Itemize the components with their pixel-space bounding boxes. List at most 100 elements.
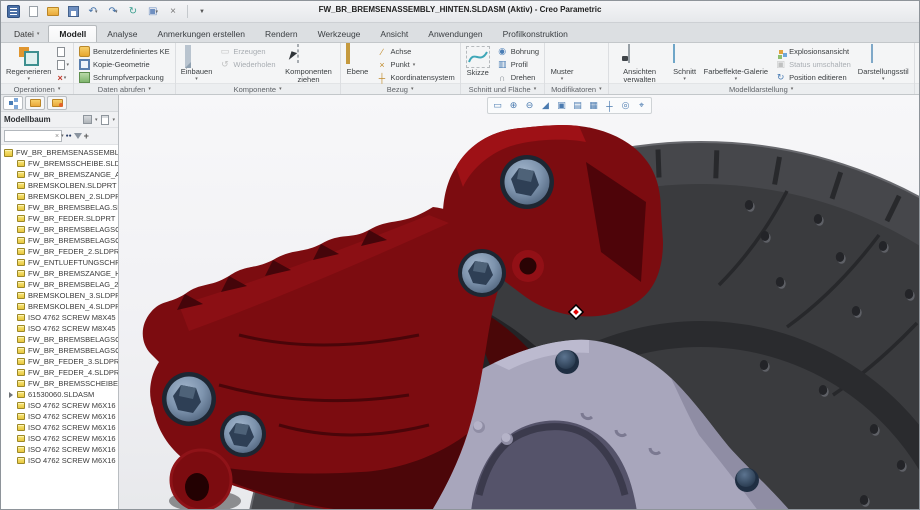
tree-search-input[interactable] (4, 130, 62, 142)
benutzerdefiniertes-ke-button[interactable]: Benutzerdefiniertes KE (76, 45, 173, 58)
named-views-icon[interactable]: ▤ (570, 99, 585, 112)
tree-item[interactable]: FW_BR_BREMSZANGE_AUSSEN.SLDPRT (1, 169, 118, 180)
explosionsansicht-button[interactable]: Explosionsansicht (772, 45, 854, 58)
folder-browser-tab[interactable] (25, 96, 45, 110)
tree-item[interactable]: FW_BR_BREMSBELAGSCHRAUBE_2.SLDPRT (1, 235, 118, 246)
farbeffekte-galerie-button[interactable]: Farbeffekte-Galerie▾ (701, 44, 771, 83)
group-label-modelldarstellung[interactable]: Modelldarstellung▾ (609, 83, 914, 94)
group-label-daten-abrufen[interactable]: Daten abrufen▾ (74, 83, 175, 94)
clear-search-icon[interactable]: × (55, 133, 59, 140)
window-switch-icon[interactable]: ▣▾ (145, 4, 161, 19)
tree-settings-icon[interactable] (82, 114, 93, 125)
tree-item[interactable]: ISO 4762 SCREW M6X16 STEEL (1, 455, 118, 466)
expand-tree-icon[interactable]: + (84, 131, 89, 141)
group-label-bezug[interactable]: Bezug▾ (341, 83, 460, 94)
zoom-in-icon[interactable]: ⊕ (506, 99, 521, 112)
tree-item[interactable]: FW_BR_BREMSBELAGSCHRAUBE_3.SLDPRT (1, 334, 118, 345)
tab-analyse[interactable]: Analyse (97, 25, 147, 42)
group-label-schnitt-flaeche[interactable]: Schnitt und Fläche▾ (461, 83, 544, 94)
tree-item[interactable]: ISO 4762 SCREW M6X16 STEEL (1, 422, 118, 433)
caliper-bolt-mid[interactable] (458, 249, 506, 297)
tree-item[interactable]: ISO 4762 SCREW M8X45 STEEL (1, 323, 118, 334)
tab-profilkonstruktion[interactable]: Profilkonstruktion (493, 25, 578, 42)
group-label-operationen[interactable]: Operationen▾ (1, 83, 73, 94)
repaint-icon[interactable]: ◢ (538, 99, 553, 112)
expand-arrow-icon[interactable] (9, 392, 13, 398)
group-label-modellabsicht[interactable]: Modellabsicht▾ (915, 83, 919, 94)
tree-item[interactable]: ISO 4762 SCREW M6X16 STEEL (1, 400, 118, 411)
tree-item[interactable]: ISO 4762 SCREW M6X16 STEEL (1, 444, 118, 455)
caliper-bolt-left[interactable] (162, 372, 216, 426)
tree-item[interactable]: FW_ENTLUEFTUNGSCHRAUBE_1.SLDPRT (1, 257, 118, 268)
tree-item[interactable]: BREMSKOLBEN_3.SLDPRT (1, 290, 118, 301)
caliper-bolt-lower[interactable] (220, 411, 266, 457)
tree-item[interactable]: ISO 4762 SCREW M6X16 STEEL (1, 411, 118, 422)
tree-item[interactable]: FW_BR_FEDER.SLDPRT (1, 213, 118, 224)
muster-button[interactable]: Muster▾ (547, 44, 577, 83)
copy-button[interactable] (55, 46, 71, 58)
datum-display-icon[interactable]: ┼ (602, 99, 617, 112)
skizze-button[interactable]: Skizze (463, 44, 493, 78)
find-icon[interactable]: ●● (66, 133, 72, 139)
model-tree-tab[interactable] (3, 96, 23, 110)
undo-icon[interactable]: ↶▾ (85, 4, 101, 19)
komponenten-ziehen-button[interactable]: Komponenten ziehen (280, 44, 338, 85)
paste-button[interactable]: ▾ (55, 59, 71, 71)
tab-ansicht[interactable]: Ansicht (370, 25, 418, 42)
schnitt-button[interactable]: Schnitt▾ (670, 44, 700, 83)
tree-item[interactable]: BREMSKOLBEN.SLDPRT (1, 180, 118, 191)
achse-button[interactable]: ∕Achse (374, 45, 458, 58)
group-label-modifikatoren[interactable]: Modifikatoren▾ (545, 83, 608, 94)
komponentenschnittstelle-button[interactable]: Komponentenschnittstelle (917, 44, 919, 77)
caliper-bolt-top[interactable] (500, 155, 554, 209)
tree-item[interactable]: FW_BR_BREMSENASSEMBLY_HINTEN.SLDASM (1, 147, 118, 158)
new-file-icon[interactable] (25, 4, 41, 19)
tab-anwendungen[interactable]: Anwendungen (418, 25, 492, 42)
bohrung-button[interactable]: ◉Bohrung (494, 45, 542, 58)
tree-item[interactable]: FW_BR_BREMSBELAG.SLDPRT (1, 202, 118, 213)
hub-bolt-3[interactable] (735, 468, 759, 492)
spin-center-icon[interactable]: ⌖ (634, 99, 649, 112)
annotation-display-icon[interactable]: ◎ (618, 99, 633, 112)
tree-item[interactable]: FW_BR_FEDER_2.SLDPRT (1, 246, 118, 257)
tree-item[interactable]: FW_BR_FEDER_4.SLDPRT (1, 367, 118, 378)
tree-item[interactable]: FW_BR_BREMSBELAG_2.SLDPRT (1, 279, 118, 290)
tree-item[interactable]: FW_BR_BREMSSCHEIBENAUFNAHME.SLDPRT (1, 378, 118, 389)
einbauen-button[interactable]: Einbauen▾ (178, 44, 216, 83)
regenerieren-button[interactable]: Regenerieren ▾ (3, 44, 54, 83)
tab-modell[interactable]: Modell (48, 25, 97, 42)
tree-item[interactable]: BREMSKOLBEN_4.SLDPRT (1, 301, 118, 312)
zoom-refit-icon[interactable]: ▭ (490, 99, 505, 112)
zoom-out-icon[interactable]: ⊖ (522, 99, 537, 112)
tree-item[interactable]: ISO 4762 SCREW M6X16 STEEL (1, 433, 118, 444)
tab-werkzeuge[interactable]: Werkzeuge (308, 25, 371, 42)
brake-assembly-model[interactable] (119, 95, 919, 509)
kopie-geometrie-button[interactable]: Kopie-Geometrie (76, 58, 173, 71)
favorites-tab[interactable] (47, 96, 67, 110)
filter-icon[interactable] (74, 133, 82, 139)
file-menu-button[interactable]: Datei▾ (5, 25, 48, 42)
hub-bolt-1[interactable] (555, 350, 579, 374)
display-style-toggle-icon[interactable]: ▣ (554, 99, 569, 112)
tree-item[interactable]: FW_BREMSSCHEIBE.SLDPRT (1, 158, 118, 169)
tree-item[interactable]: FW_BR_FEDER_3.SLDPRT (1, 356, 118, 367)
profil-button[interactable]: ▥Profil (494, 58, 542, 71)
tree-item[interactable]: FW_BR_BREMSZANGE_HINTEN.SLDPRT (1, 268, 118, 279)
regenerate-quick-icon[interactable]: ↻ (125, 4, 141, 19)
tree-item[interactable]: FW_BR_BREMSBELAGSCHRAUBE.SLDPRT (1, 224, 118, 235)
save-icon[interactable] (65, 4, 81, 19)
redo-icon[interactable]: ↷▾ (105, 4, 121, 19)
ebene-button[interactable]: Ebene (343, 44, 373, 77)
darstellungsstil-button[interactable]: Darstellungsstil▾ (855, 44, 912, 83)
tab-anmerkungen[interactable]: Anmerkungen erstellen (148, 25, 255, 42)
tree-show-icon[interactable] (99, 114, 110, 125)
customize-qat-icon[interactable]: ▼ (194, 4, 210, 19)
tree-item[interactable]: BREMSKOLBEN_2.SLDPRT (1, 191, 118, 202)
ansichten-verwalten-button[interactable]: Ansichten verwalten (611, 44, 669, 85)
view-manager-toggle-icon[interactable]: ▦ (586, 99, 601, 112)
punkt-button[interactable]: ×Punkt▾ (374, 58, 458, 71)
app-logo-icon[interactable] (5, 4, 21, 19)
tree-item[interactable]: FW_BR_BREMSBELAGSCHRAUBE_4.SLDPRT (1, 345, 118, 356)
graphics-viewport[interactable]: ▭ ⊕ ⊖ ◢ ▣ ▤ ▦ ┼ ◎ ⌖ (119, 95, 919, 509)
tree-item[interactable]: ISO 4762 SCREW M8X45 STEEL (1, 312, 118, 323)
